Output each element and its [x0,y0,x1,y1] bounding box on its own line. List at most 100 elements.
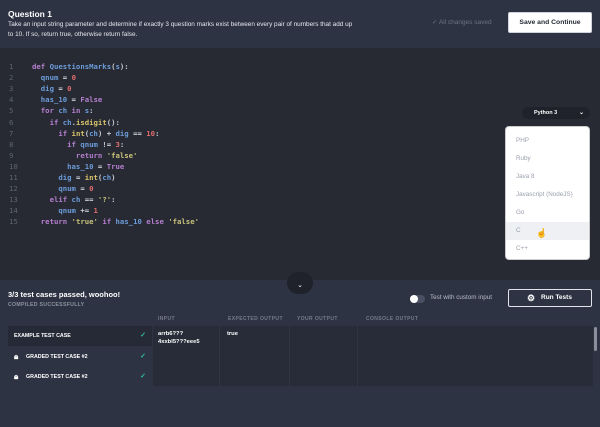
line-number: 8 [9,139,14,149]
test-case-item[interactable]: 🔒︎ GRADED TEST CASE #2 ✓ [8,347,152,367]
custom-input-label: Test with custom input [430,294,492,301]
code-token: ch [89,128,98,138]
line-number: 1 [9,62,14,71]
test-case-label: EXAMPLE TEST CASE [14,333,71,339]
code-token: : [119,139,125,149]
language-selected: Python 3 [534,110,558,116]
test-results-panel: 3/3 test cases passed, woohoo! COMPILED … [0,280,600,427]
code-token: QuestionsMarks [49,62,112,71]
line-number: 3 [9,84,14,94]
language-dropdown-menu: PHP Ruby Java 8 Javascript (NodeJS) Go C ☝ C++ [505,126,590,260]
code-token: elif [32,195,72,205]
your-output-column [290,326,358,386]
language-option[interactable]: Java 8 [506,168,589,186]
save-and-continue-button[interactable]: Save and Continue [508,12,592,33]
line-number: 9 [9,150,14,160]
code-token: qnum [80,139,103,149]
code-text: if int(ch) + dig == 10: [32,128,159,139]
code-token: has_10 [32,161,98,171]
scrollbar[interactable] [594,327,597,351]
language-option-label: Javascript (NodeJS) [516,191,573,198]
code-token: = [97,161,107,171]
test-case-label: GRADED TEST CASE #2 [26,374,88,380]
line-number: 13 [9,195,18,205]
code-token: 1 [93,206,98,216]
collapse-panel-button[interactable]: ⌄ [287,272,313,294]
language-option[interactable]: Go [506,204,589,222]
code-token: True [106,161,125,171]
code-token: has_10 [115,217,147,227]
language-option[interactable]: Ruby [506,150,589,168]
code-text: for ch in s: [32,105,94,116]
language-option[interactable]: C++ [506,240,589,258]
check-icon: ✓ [140,332,146,339]
language-option[interactable]: C ☝ [506,222,589,240]
code-token: isdigit [75,117,107,127]
code-token: 'false' [106,150,138,160]
line-number: 6 [9,117,14,127]
test-case-details: arrb6??? 4xxbl5???eee5 true [153,326,593,386]
code-token: : [155,128,160,138]
code-token: 10 [146,128,156,138]
line-number: 11 [9,173,18,182]
code-token: for [32,106,59,116]
lock-icon: 🔒︎ [14,351,19,361]
language-option-label: Go [516,209,525,216]
code-text: def QuestionsMarks(s): [32,61,129,72]
code-token: += [80,206,94,216]
language-option[interactable]: Javascript (NodeJS) [506,186,589,204]
code-text: if qnum != 3: [32,139,124,150]
custom-input-toggle[interactable] [410,295,425,303]
code-token: if [32,117,63,127]
check-icon: ✓ [140,352,146,360]
line-number: 15 [9,217,18,227]
chevron-down-icon: ⌄ [578,110,584,116]
line-number: 14 [9,206,18,216]
code-token: = [80,184,90,194]
code-token: = [58,84,68,94]
code-token: int [84,173,98,182]
question-header: Question 1 Take an input string paramete… [0,0,600,48]
code-token: else [146,217,169,227]
code-token: 0 [67,84,72,94]
code-token: 0 [71,73,76,83]
check-icon: ✓ [140,373,146,380]
code-token: has_10 [32,95,72,105]
code-token: return [32,150,107,160]
save-status: ✓ All changes saved [432,19,492,26]
code-token: : [89,106,94,116]
test-case-item[interactable]: EXAMPLE TEST CASE ✓ [8,326,152,346]
code-token: ): [119,62,129,71]
language-select[interactable]: Python 3 ⌄ [522,107,590,119]
code-editor[interactable]: 1 def QuestionsMarks(s): 2 qnum = 0 3 dig =… [0,48,600,280]
code-text: elif ch == '?': [32,194,116,205]
test-case-label: GRADED TEST CASE #2 [26,353,88,360]
language-option[interactable]: PHP [506,132,589,150]
code-token: ch [62,117,72,127]
code-token: == [84,195,98,205]
code-token: (): [106,117,120,127]
language-option-label: PHP [516,137,529,144]
code-text: qnum = 0 [32,183,94,194]
console-column [358,326,593,386]
column-header-expected: EXPECTED OUTPUT [228,316,283,322]
code-token: ch [58,106,72,116]
code-token: if [102,217,116,227]
code-token: dig [32,173,76,182]
code-token: 0 [89,184,94,194]
code-token: ) + [97,128,116,138]
chevron-down-icon: ⌄ [297,282,303,289]
question-description: Take an input string parameter and deter… [8,21,353,38]
code-token: 'true' [71,217,103,227]
column-header-console: CONSOLE OUTPUT [366,316,419,322]
expected-value: true [227,331,238,337]
code-token: == [133,128,147,138]
code-token: False [80,95,103,105]
run-tests-button[interactable]: ⚙ Run Tests [508,289,592,307]
code-token: dig [32,84,59,94]
compile-status: COMPILED SUCCESSFULLY [8,302,85,308]
line-number: 12 [9,184,18,194]
code-token: if [32,128,72,138]
test-case-item[interactable]: 🔒︎ GRADED TEST CASE #2 ✓ [8,367,152,387]
line-number: 5 [9,106,14,116]
